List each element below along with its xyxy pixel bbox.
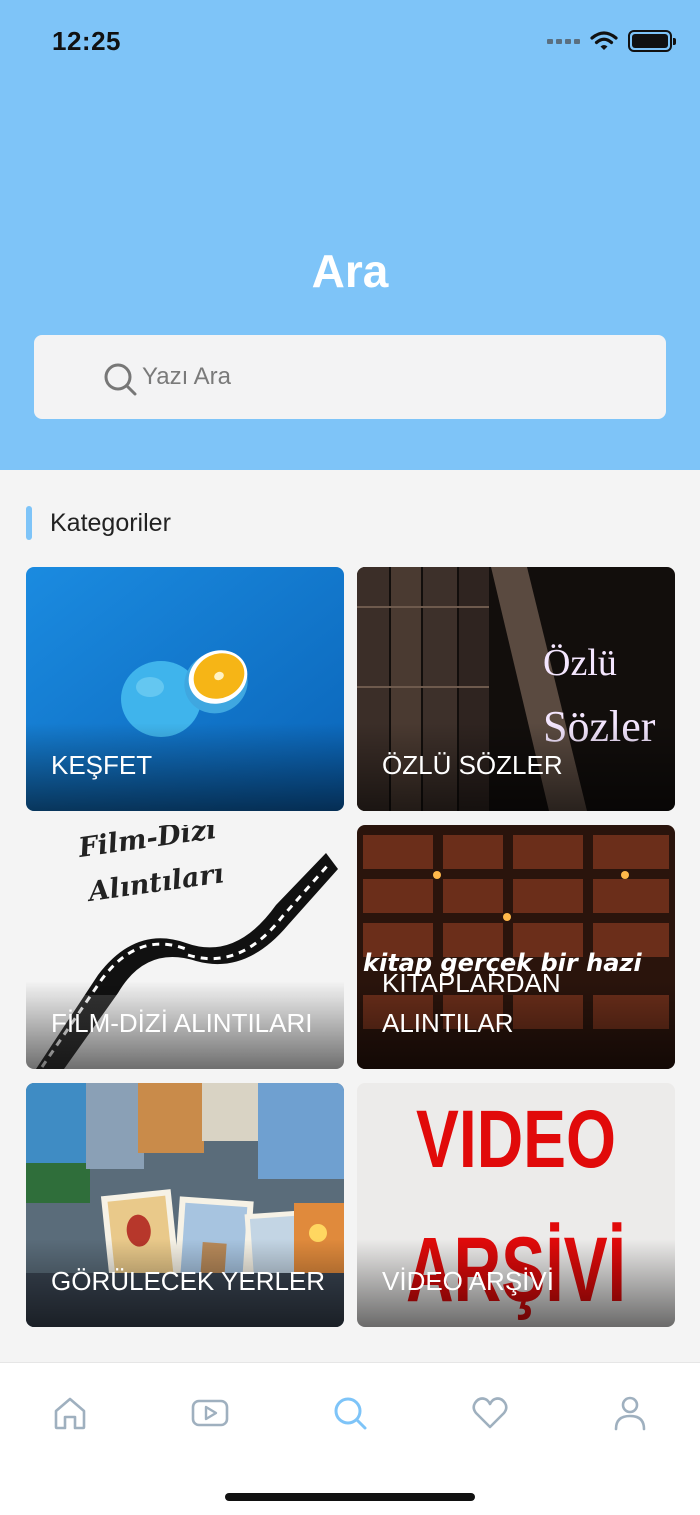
category-label: VİDEO ARŞİVİ [382, 1266, 554, 1296]
battery-icon [628, 30, 676, 52]
category-card-kitaplardan[interactable]: kitap gerçek bir hazi KİTAPLARDAN ALINTI… [357, 825, 675, 1069]
header: 12:25 Ara [0, 0, 700, 470]
heart-icon[interactable] [470, 1393, 510, 1433]
category-card-video-arsivi[interactable]: VIDEO ARŞİVİ VİDEO ARŞİVİ [357, 1083, 675, 1327]
search-icon [104, 363, 137, 396]
video-icon[interactable] [190, 1393, 230, 1433]
status-icons [547, 30, 676, 52]
art-text: Özlü [543, 642, 617, 684]
home-indicator [225, 1493, 475, 1501]
category-card-film-dizi[interactable]: Film-Dizi Alıntıları FİLM-DİZİ ALINTILAR… [26, 825, 344, 1069]
category-card-ozlu-sozler[interactable]: Özlü Sözler ÖZLÜ SÖZLER [357, 567, 675, 811]
section-accent-bar [26, 506, 32, 540]
status-bar: 12:25 [0, 0, 700, 90]
categories-title: Kategoriler [50, 508, 171, 537]
search-screen: 12:25 Ara Kategori [0, 0, 700, 1515]
categories-header: Kategoriler [26, 505, 171, 541]
profile-icon[interactable] [610, 1393, 650, 1433]
search-bar[interactable] [34, 335, 666, 419]
status-time: 12:25 [52, 26, 121, 56]
page-title: Ara [311, 245, 389, 297]
search-icon[interactable] [330, 1393, 370, 1433]
search-input[interactable] [142, 353, 642, 401]
cellular-signal-icon [547, 38, 580, 44]
wifi-icon [590, 31, 618, 50]
art-text: VIDEO [416, 1094, 616, 1185]
home-icon[interactable] [50, 1393, 90, 1433]
category-label: GÖRÜLECEK YERLER [51, 1266, 326, 1296]
category-label: KEŞFET [51, 750, 153, 780]
category-label: KİTAPLARDAN ALINTILAR [382, 968, 561, 1038]
category-label: ÖZLÜ SÖZLER [382, 750, 563, 780]
category-card-gorulecek-yerler[interactable]: GÖRÜLECEK YERLER [26, 1083, 344, 1327]
category-label: FİLM-DİZİ ALINTILARI [51, 1008, 313, 1038]
category-card-kesfet[interactable]: KEŞFET [26, 567, 344, 811]
